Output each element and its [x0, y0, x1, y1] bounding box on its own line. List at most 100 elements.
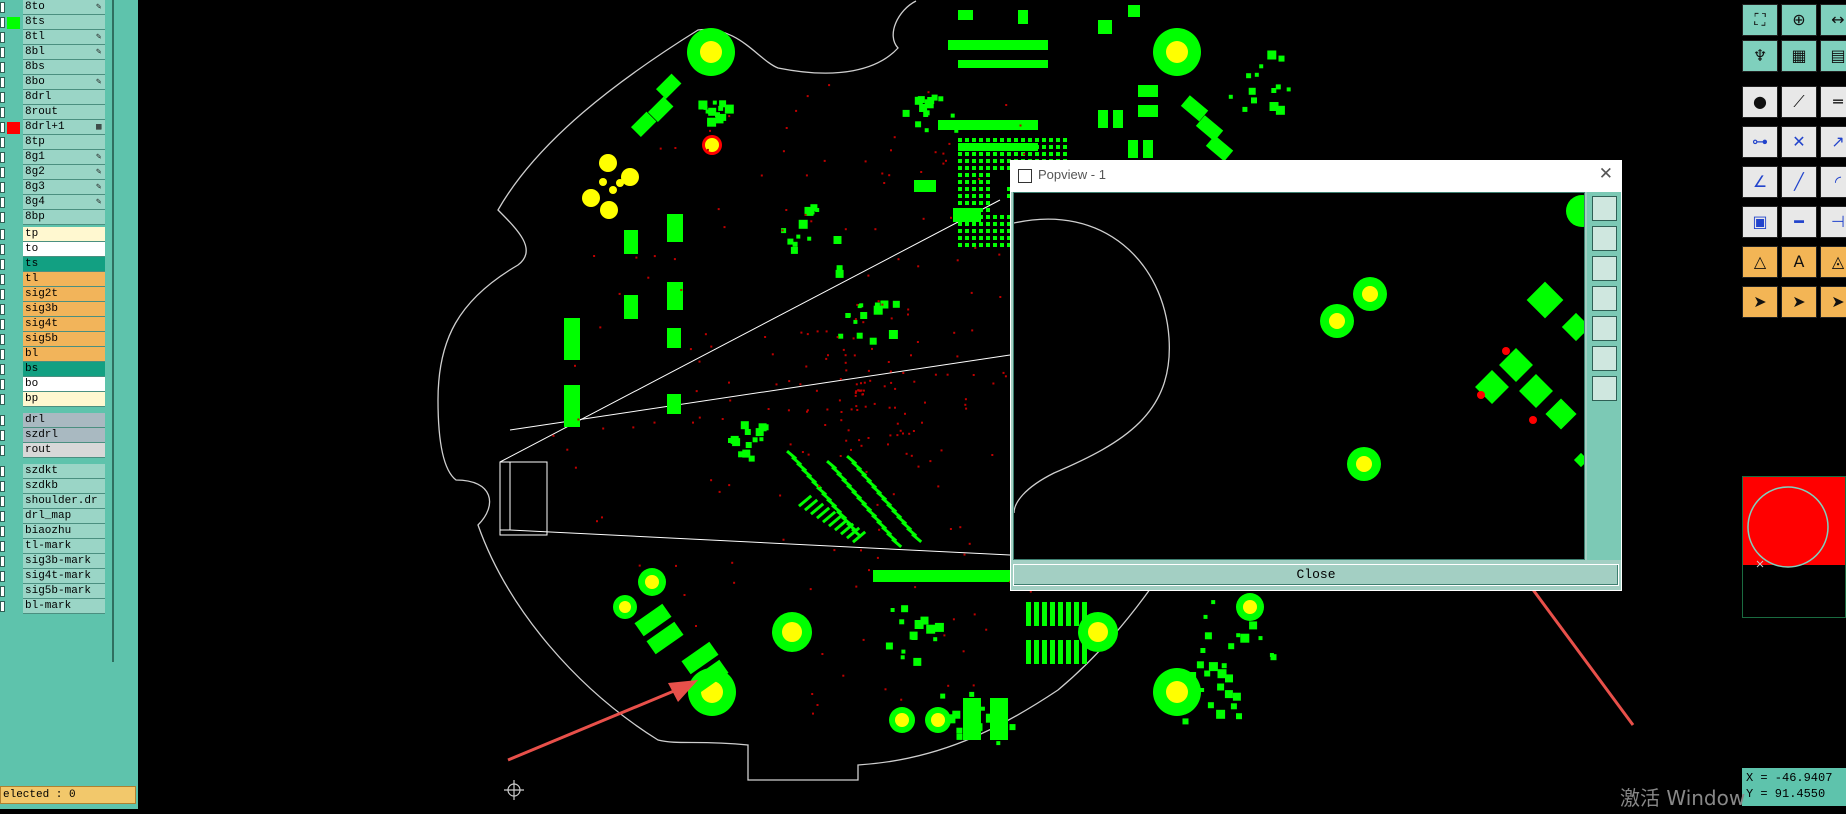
triangle-outline-icon[interactable]: ◬: [1820, 246, 1846, 278]
layer-checkbox[interactable]: [0, 62, 5, 73]
layer-checkbox[interactable]: [0, 182, 5, 193]
layer-row-8tl[interactable]: 8tl ✎: [0, 30, 110, 45]
layer-checkbox[interactable]: [0, 466, 5, 477]
pointer-alt-icon[interactable]: ➤: [1820, 286, 1846, 318]
zoom-window-icon[interactable]: ⊕: [1781, 4, 1817, 36]
close-icon[interactable]: ✕: [1599, 164, 1613, 184]
layer-checkbox[interactable]: [0, 259, 5, 270]
layer-row-8bp[interactable]: 8bp: [0, 210, 110, 225]
layer-checkbox[interactable]: [0, 92, 5, 103]
layer-row-sig3b[interactable]: sig3b: [0, 302, 110, 317]
layer-row-szdkb[interactable]: szdkb: [0, 479, 110, 494]
layer-name[interactable]: drl: [23, 413, 105, 428]
popview-close-button[interactable]: Close: [1013, 564, 1619, 586]
layer-row-8ts[interactable]: 8ts: [0, 15, 110, 30]
layer-row-drl[interactable]: drl: [0, 413, 110, 428]
layer-row-8drl-1[interactable]: 8drl+1 ▦: [0, 120, 110, 135]
layer-checkbox[interactable]: [0, 556, 5, 567]
layer-row-8g1[interactable]: 8g1 ✎: [0, 150, 110, 165]
layer-checkbox[interactable]: [0, 289, 5, 300]
layer-row-sig5b-mark[interactable]: sig5b-mark: [0, 584, 110, 599]
layer-checkbox[interactable]: [0, 17, 5, 28]
layer-name[interactable]: shoulder.dr: [23, 494, 105, 509]
layer-checkbox[interactable]: [0, 274, 5, 285]
layer-checkbox[interactable]: [0, 496, 5, 507]
layer-checkbox[interactable]: [0, 430, 5, 441]
layer-name[interactable]: 8g4: [23, 195, 105, 210]
draw-line-icon[interactable]: ╱: [1781, 166, 1817, 198]
layer-checkbox[interactable]: [0, 319, 5, 330]
move-node-icon[interactable]: ↗: [1820, 126, 1846, 158]
layer-checkbox[interactable]: [0, 571, 5, 582]
triangle-icon[interactable]: △: [1742, 246, 1778, 278]
layer-checkbox[interactable]: [0, 415, 5, 426]
layer-checkbox[interactable]: [0, 244, 5, 255]
layer-row-bl-mark[interactable]: bl-mark: [0, 599, 110, 614]
layer-row-szdkt[interactable]: szdkt: [0, 464, 110, 479]
layer-name[interactable]: szdrl: [23, 428, 105, 443]
layer-row-rout[interactable]: rout: [0, 443, 110, 458]
layer-checkbox[interactable]: [0, 394, 5, 405]
layer-checkbox[interactable]: [0, 137, 5, 148]
layer-name[interactable]: sig4t: [23, 317, 105, 332]
zoom-home-icon[interactable]: [1592, 196, 1617, 221]
layer-checkbox[interactable]: [0, 541, 5, 552]
layer-name[interactable]: 8bp: [23, 210, 105, 225]
layer-name[interactable]: 8tp: [23, 135, 105, 150]
layer-row-tl-mark[interactable]: tl-mark: [0, 539, 110, 554]
draw-polyline-icon[interactable]: ⟋: [1781, 86, 1817, 118]
layer-checkbox[interactable]: [0, 152, 5, 163]
layer-row-sig2t[interactable]: sig2t: [0, 287, 110, 302]
layer-name[interactable]: drl_map: [23, 509, 105, 524]
layer-name[interactable]: 8drl: [23, 90, 105, 105]
layer-checkbox[interactable]: [0, 229, 5, 240]
layer-row-tl[interactable]: tl: [0, 272, 110, 287]
layer-name[interactable]: 8to: [23, 0, 105, 15]
layer-name[interactable]: 8bl: [23, 45, 105, 60]
layer-name[interactable]: 8drl+1: [23, 120, 105, 135]
pointer-select-icon[interactable]: ➤: [1781, 286, 1817, 318]
layer-name[interactable]: sig2t: [23, 287, 105, 302]
layer-checkbox[interactable]: [0, 77, 5, 88]
layer-row-drl-map[interactable]: drl_map: [0, 509, 110, 524]
layer-name[interactable]: bl-mark: [23, 599, 105, 614]
font-text-icon[interactable]: A: [1781, 246, 1817, 278]
layer-row-tp[interactable]: tp: [0, 227, 110, 242]
delete-cross-icon[interactable]: ✕: [1781, 126, 1817, 158]
layer-row-shoulder-dr[interactable]: shoulder.dr: [0, 494, 110, 509]
layer-name[interactable]: bl: [23, 347, 105, 362]
layer-name[interactable]: 8rout: [23, 105, 105, 120]
layer-row-sig5b[interactable]: sig5b: [0, 332, 110, 347]
layer-checkbox[interactable]: [0, 364, 5, 375]
layer-name[interactable]: sig3b: [23, 302, 105, 317]
layer-name[interactable]: rout: [23, 443, 105, 458]
layer-checkbox[interactable]: [0, 167, 5, 178]
layer-checkbox[interactable]: [0, 526, 5, 537]
layer-row-sig4t[interactable]: sig4t: [0, 317, 110, 332]
pointer-icon[interactable]: ➤: [1742, 286, 1778, 318]
zoom-fit-icon[interactable]: ⛶: [1742, 4, 1778, 36]
connect-nodes-icon[interactable]: ⊶: [1742, 126, 1778, 158]
layer-name[interactable]: 8tl: [23, 30, 105, 45]
layer-name[interactable]: 8g3: [23, 180, 105, 195]
layer-name[interactable]: sig5b: [23, 332, 105, 347]
layer-checkbox[interactable]: [0, 445, 5, 456]
layer-row-ts[interactable]: ts: [0, 257, 110, 272]
pan-up-icon[interactable]: [1592, 226, 1617, 251]
layer-name[interactable]: 8ts: [23, 15, 105, 30]
layer-name[interactable]: biaozhu: [23, 524, 105, 539]
route-icon[interactable]: ♆: [1742, 40, 1778, 72]
layer-checkbox[interactable]: [0, 334, 5, 345]
layer-name[interactable]: ts: [23, 257, 105, 272]
layer-checkbox[interactable]: [0, 481, 5, 492]
layer-row-8bs[interactable]: 8bs: [0, 60, 110, 75]
layer-checkbox[interactable]: [0, 32, 5, 43]
layer-name[interactable]: sig5b-mark: [23, 584, 105, 599]
pan-right-icon[interactable]: [1592, 316, 1617, 341]
layer-name[interactable]: sig3b-mark: [23, 554, 105, 569]
layer-name[interactable]: szdkt: [23, 464, 105, 479]
layer-row-8g2[interactable]: 8g2 ✎: [0, 165, 110, 180]
layer-row-8to[interactable]: 8to ✎: [0, 0, 110, 15]
layer-row-bo[interactable]: bo: [0, 377, 110, 392]
layer-checkbox[interactable]: [0, 304, 5, 315]
